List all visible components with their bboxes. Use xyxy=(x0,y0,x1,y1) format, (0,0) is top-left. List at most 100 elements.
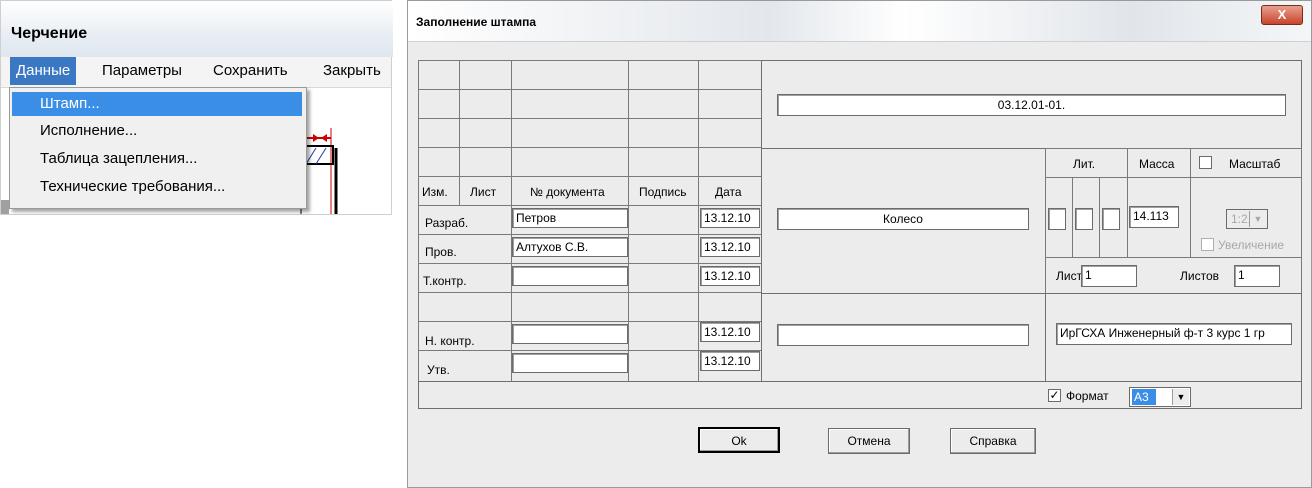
row-role: Н. контр. xyxy=(425,334,475,348)
menu-save[interactable]: Сохранить xyxy=(207,57,294,85)
menu-data[interactable]: Данные xyxy=(10,57,77,85)
scale-header-cell: Масштаб xyxy=(1190,148,1302,178)
cell xyxy=(628,89,699,119)
enlarge-checkbox[interactable] xyxy=(1201,238,1214,251)
row-role-cell: Т.контр. xyxy=(418,263,512,293)
data-menu-dropdown: Штамп... Исполнение... Таблица зацеплени… xyxy=(9,87,307,209)
header-sign: Подпись xyxy=(639,185,687,199)
row-role: Пров. xyxy=(425,245,457,259)
date-input[interactable]: 13.12.10 xyxy=(700,351,760,371)
cell xyxy=(511,118,629,148)
cell xyxy=(698,292,762,322)
lit-header: Лит. xyxy=(1073,157,1096,171)
row-role: Т.контр. xyxy=(423,274,467,288)
scale-label: Масштаб xyxy=(1229,157,1281,171)
cancel-button[interactable]: Отмена xyxy=(828,428,910,454)
menu-bar: Данные Параметры Сохранить Закрыть xyxy=(1,57,391,88)
format-label: Формат xyxy=(1066,389,1109,403)
name-input[interactable] xyxy=(512,266,628,286)
ok-button[interactable]: Ok xyxy=(698,427,780,453)
cell xyxy=(511,89,629,119)
format-value: А3 xyxy=(1132,389,1156,405)
part-name-input[interactable]: Колесо xyxy=(777,208,1029,230)
cell xyxy=(418,89,460,119)
cell xyxy=(418,292,512,322)
cell xyxy=(698,60,762,90)
lit-input-2[interactable] xyxy=(1075,208,1093,230)
header-sign-cell: Подпись xyxy=(628,176,699,206)
sheets-label: Листов xyxy=(1180,269,1219,283)
cell xyxy=(628,321,699,351)
lit-input-1[interactable] xyxy=(1048,208,1066,230)
cell xyxy=(698,89,762,119)
mass-header: Масса xyxy=(1139,157,1175,171)
header-list-cell: Лист xyxy=(459,176,512,206)
date-input[interactable]: 13.12.10 xyxy=(700,208,760,228)
row-role: Разраб. xyxy=(425,216,469,230)
cell xyxy=(698,118,762,148)
cell xyxy=(628,350,699,382)
header-list: Лист xyxy=(470,185,497,199)
menu-item-tech-requirements[interactable]: Технические требования... xyxy=(12,175,302,199)
sheet-input[interactable]: 1 xyxy=(1081,265,1137,287)
chevron-down-icon: ▼ xyxy=(1172,389,1189,405)
sheet-label: Лист xyxy=(1056,269,1083,283)
chevron-down-icon: ▼ xyxy=(1249,211,1266,227)
cell xyxy=(511,60,629,90)
name-input[interactable] xyxy=(512,353,628,373)
help-button[interactable]: Справка xyxy=(950,428,1036,454)
menu-item-stamp[interactable]: Штамп... xyxy=(12,92,302,116)
date-input[interactable]: 13.12.10 xyxy=(700,322,760,342)
organization-input[interactable]: ИрГСХА Инженерный ф-т 3 курс 1 гр xyxy=(1056,323,1292,345)
menu-item-gear-table[interactable]: Таблица зацепления... xyxy=(12,147,302,171)
scale-checkbox[interactable] xyxy=(1199,156,1212,169)
header-izm: Изм. xyxy=(422,185,448,199)
cell xyxy=(698,147,762,177)
cell xyxy=(418,118,460,148)
cell xyxy=(459,118,512,148)
dialog-title-bar: Заполнение штампа X xyxy=(408,1,1311,42)
menu-parameters[interactable]: Параметры xyxy=(96,57,188,85)
cell xyxy=(459,60,512,90)
row-role: Утв. xyxy=(427,363,450,377)
designation-input[interactable]: 03.12.01-01. xyxy=(777,94,1286,116)
sheets-input[interactable]: 1 xyxy=(1234,265,1280,287)
window-title-bar: Черчение xyxy=(1,1,393,57)
format-select[interactable]: А3 ▼ xyxy=(1129,387,1191,407)
header-doc-cell: № документа xyxy=(511,176,629,206)
header-doc: № документа xyxy=(530,185,605,199)
row-role-cell: Пров. xyxy=(418,234,512,264)
format-checkbox[interactable]: ✓ xyxy=(1048,389,1061,402)
drawing-window: Черчение Данные Параметры Сохранить Закр… xyxy=(0,0,393,215)
cell xyxy=(459,147,512,177)
mass-header-cell: Масса xyxy=(1127,148,1191,178)
mass-input[interactable]: 14.113 xyxy=(1129,206,1179,228)
cell xyxy=(628,147,699,177)
lit-header-cell: Лит. xyxy=(1045,148,1128,178)
cell xyxy=(628,118,699,148)
name-input[interactable]: Петров xyxy=(512,208,628,228)
name-input[interactable] xyxy=(512,324,628,344)
name-input[interactable]: Алтухов С.В. xyxy=(512,237,628,257)
scale-select[interactable]: 1:2.5 ▼ xyxy=(1226,209,1268,229)
header-date: Дата xyxy=(715,185,742,199)
row-role-cell: Н. контр. xyxy=(418,321,512,351)
cell xyxy=(418,60,460,90)
window-title: Черчение xyxy=(11,25,88,42)
date-input[interactable]: 13.12.10 xyxy=(700,237,760,257)
close-button[interactable]: X xyxy=(1261,5,1303,25)
lit-input-3[interactable] xyxy=(1102,208,1120,230)
menu-item-execution[interactable]: Исполнение... xyxy=(12,119,302,143)
header-date-cell: Дата xyxy=(698,176,762,206)
material-input[interactable] xyxy=(777,324,1029,346)
enlarge-label: Увеличение xyxy=(1218,238,1285,252)
fill-stamp-dialog: Заполнение штампа X Изм. Лист № документ… xyxy=(407,0,1312,488)
date-input[interactable]: 13.12.10 xyxy=(700,266,760,286)
cell xyxy=(459,89,512,119)
cell xyxy=(511,292,629,322)
cell xyxy=(628,234,699,264)
close-icon: X xyxy=(1277,7,1287,22)
cell xyxy=(628,60,699,90)
cell xyxy=(628,205,699,235)
menu-close[interactable]: Закрыть xyxy=(317,57,387,85)
